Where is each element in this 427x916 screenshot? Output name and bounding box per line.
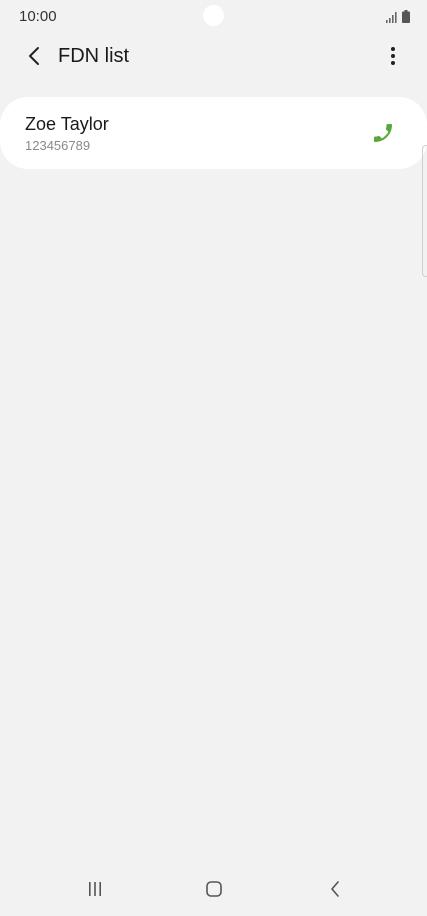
app-bar: FDN list (0, 36, 427, 78)
back-icon (331, 881, 339, 897)
more-options-button[interactable] (377, 40, 409, 72)
recents-button[interactable] (80, 878, 110, 900)
page-title: FDN list (58, 45, 130, 67)
back-arrow-icon (29, 47, 39, 65)
status-bar: 10:00 (0, 0, 427, 34)
scrollbar[interactable] (422, 145, 427, 277)
back-button[interactable] (18, 40, 50, 72)
camera-cutout (203, 5, 224, 26)
home-button[interactable] (199, 878, 229, 900)
call-button[interactable] (367, 117, 399, 149)
more-vert-icon (391, 47, 395, 65)
contact-list-item[interactable]: Zoe Taylor 123456789 (0, 97, 427, 169)
recents-icon (89, 882, 101, 896)
battery-icon (402, 10, 410, 23)
contact-number: 123456789 (25, 138, 91, 153)
nav-back-button[interactable] (320, 878, 350, 900)
screen: 10:00 FDN list Zoe Taylor 123456789 (0, 0, 427, 916)
phone-icon (374, 124, 392, 142)
signal-icon (386, 12, 397, 23)
contact-name: Zoe Taylor (25, 114, 109, 134)
home-icon (206, 881, 222, 897)
status-time: 10:00 (19, 8, 57, 25)
navigation-bar (0, 860, 427, 916)
status-icons (386, 9, 410, 23)
